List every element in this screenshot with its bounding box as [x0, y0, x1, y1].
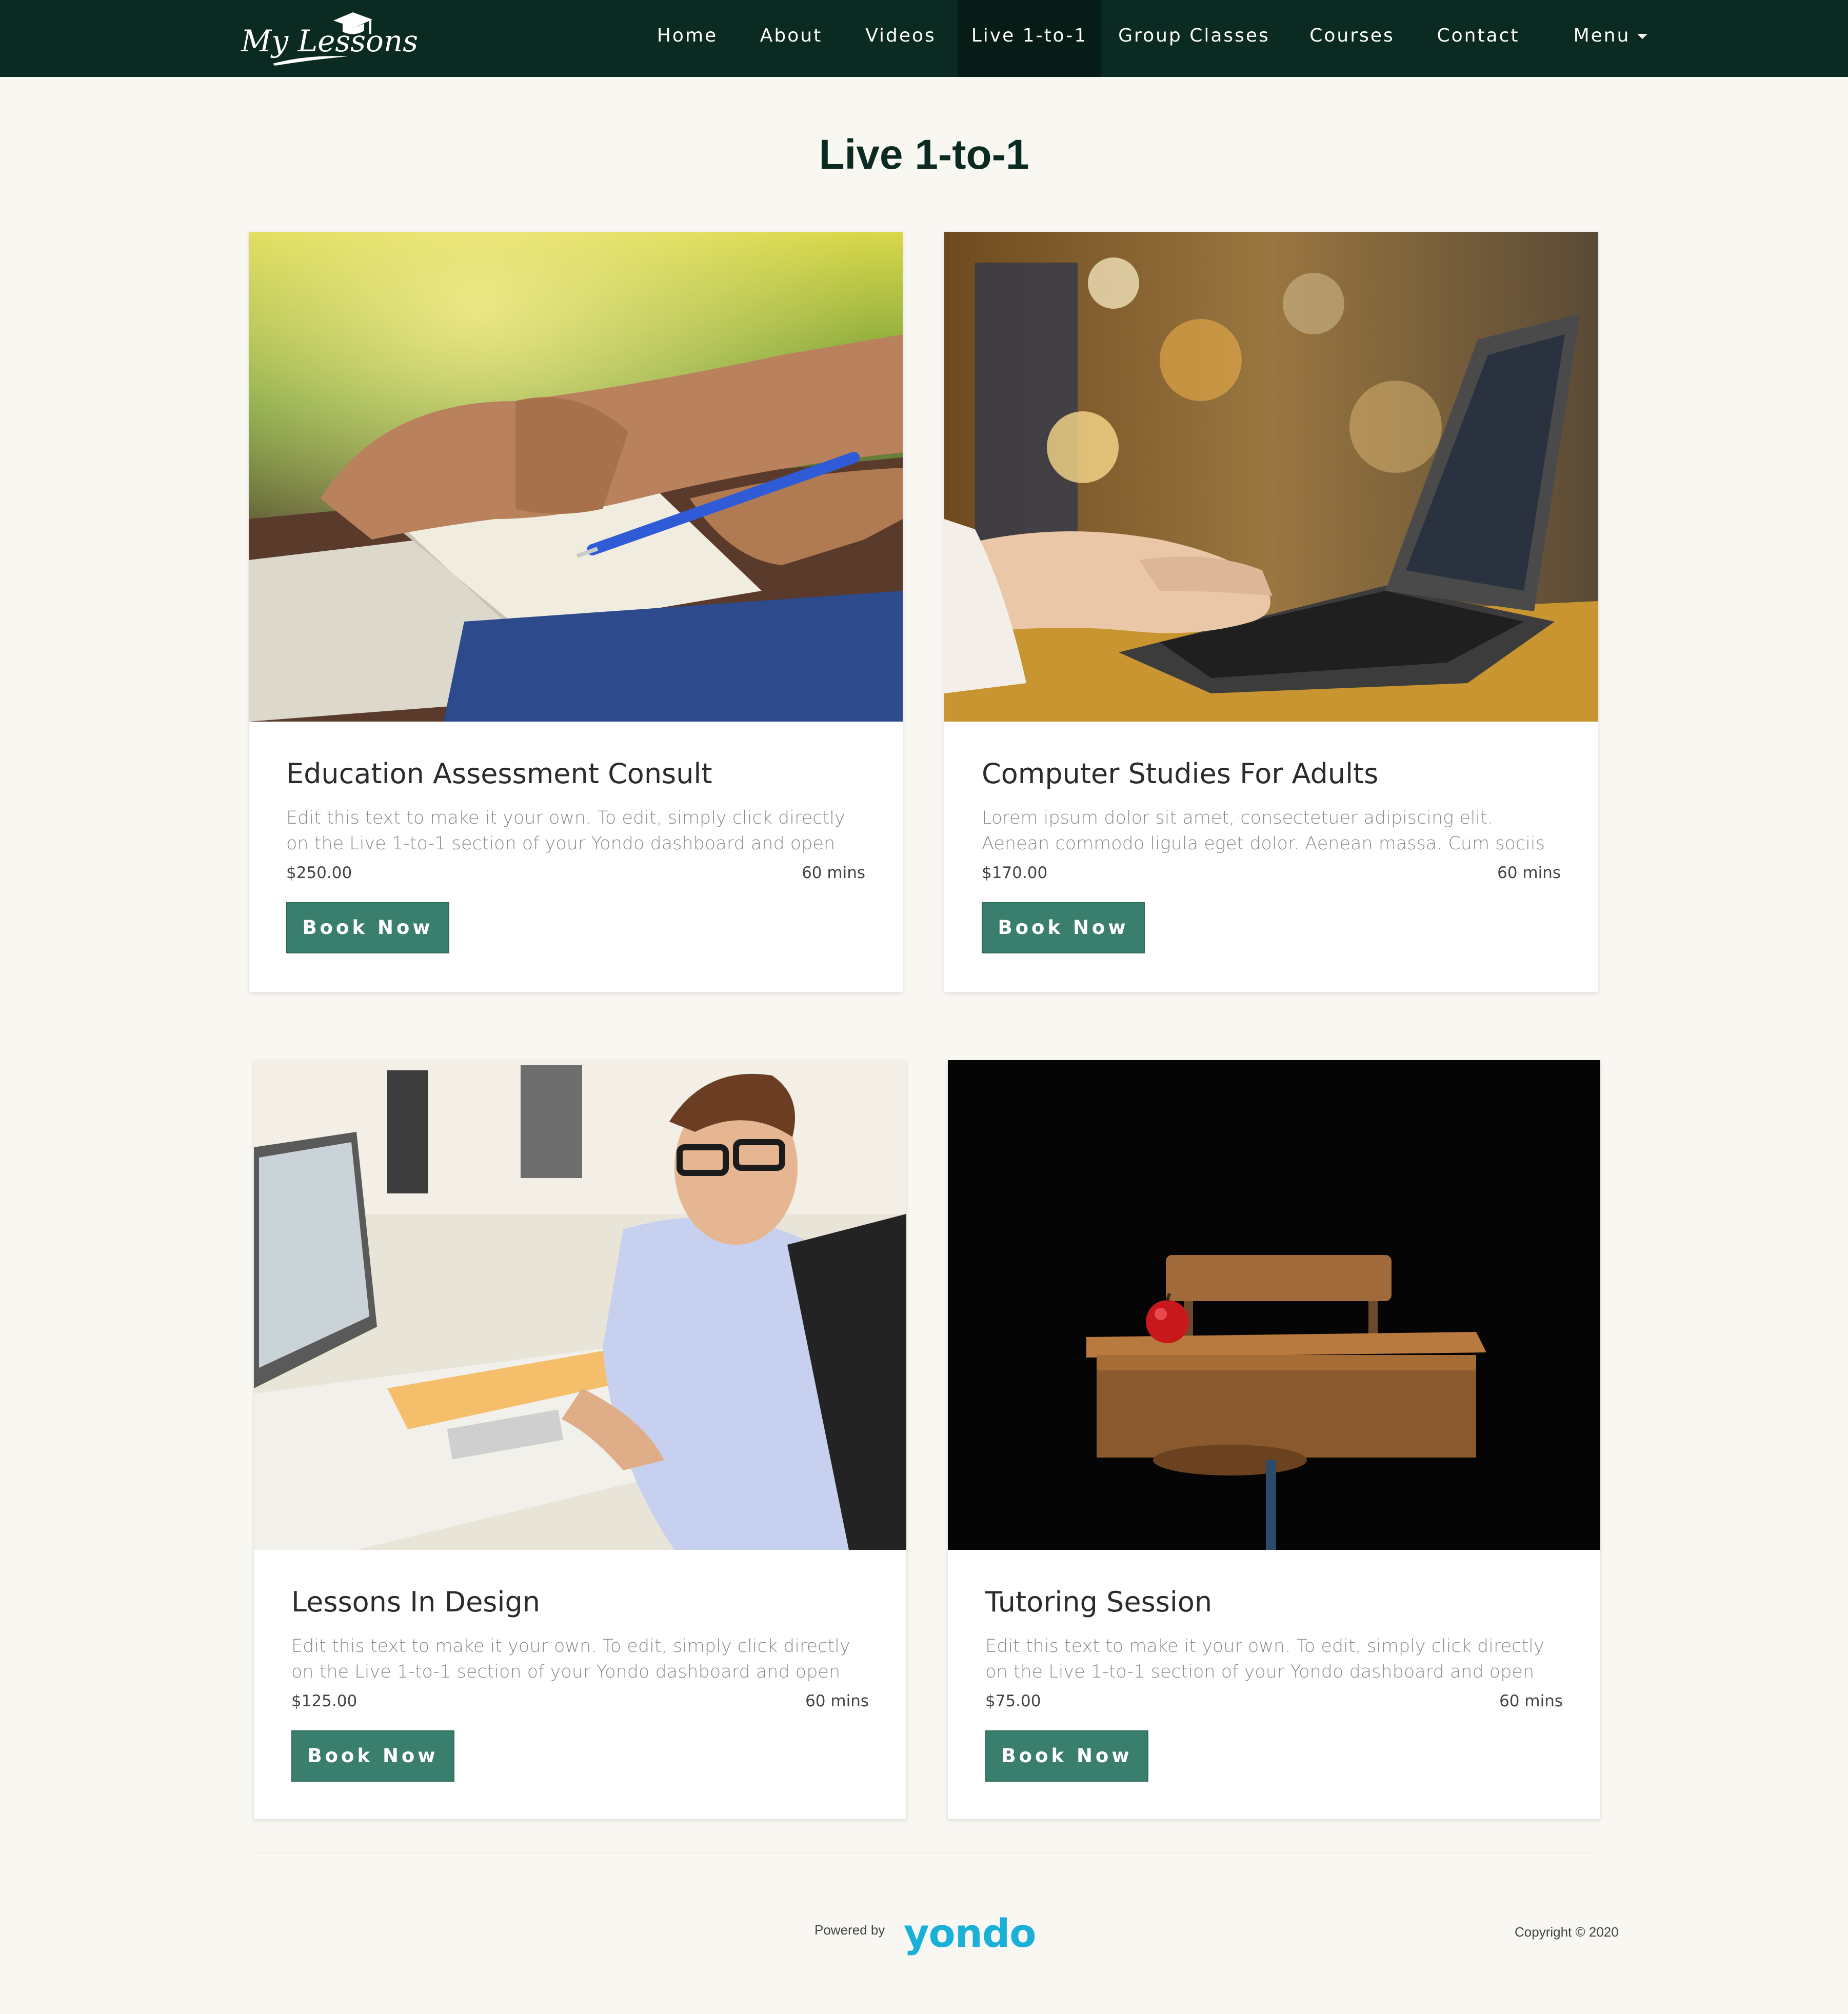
session-card: Tutoring Session Edit this text to make …	[948, 1060, 1600, 1819]
session-title: Education Assessment Consult	[286, 757, 712, 790]
school-desk-apple-image	[948, 1060, 1600, 1550]
footer-divider	[254, 1852, 1593, 1853]
book-now-button[interactable]: Book Now	[286, 902, 449, 953]
student-writing-image	[249, 232, 903, 722]
session-description: Lorem ipsum dolor sit amet, consectetuer…	[982, 808, 1545, 854]
session-description: Edit this text to make it your own. To e…	[985, 1636, 1544, 1682]
nav-courses[interactable]: Courses	[1299, 0, 1405, 77]
session-description: Edit this text to make it your own. To e…	[291, 1636, 850, 1682]
session-title: Lessons In Design	[291, 1586, 540, 1618]
session-image	[944, 232, 1598, 722]
book-now-button[interactable]: Book Now	[291, 1730, 454, 1782]
nav-about[interactable]: About	[739, 0, 844, 77]
nav-live-1-to-1[interactable]: Live 1-to-1	[958, 0, 1101, 77]
page-title: Live 1-to-1	[819, 131, 1029, 178]
session-image	[249, 232, 903, 722]
nav-contact[interactable]: Contact	[1429, 0, 1527, 77]
man-at-office-image	[254, 1060, 906, 1550]
copyright-text: Copyright © 2020	[1515, 1924, 1619, 1940]
book-now-button[interactable]: Book Now	[982, 902, 1145, 953]
nav-videos[interactable]: Videos	[857, 0, 945, 77]
session-price: $125.00	[291, 1692, 357, 1710]
session-duration: 60 mins	[1499, 1692, 1563, 1710]
session-image	[254, 1060, 906, 1550]
nav-group-classes[interactable]: Group Classes	[1113, 0, 1275, 77]
session-card: Education Assessment Consult Edit this t…	[249, 232, 903, 992]
laptop-typing-image	[944, 232, 1598, 722]
session-description: Edit this text to make it your own. To e…	[286, 808, 845, 854]
logo-swoosh	[273, 56, 348, 66]
session-card: Computer Studies For Adults Lorem ipsum …	[944, 232, 1598, 992]
session-price: $75.00	[985, 1692, 1041, 1710]
nav-menu-dropdown[interactable]: Menu	[1554, 0, 1667, 77]
nav-home[interactable]: Home	[649, 0, 726, 77]
yondo-logo[interactable]: yondo	[904, 1910, 1036, 1957]
session-title: Computer Studies For Adults	[982, 757, 1379, 790]
graduation-cap-icon	[333, 12, 372, 34]
session-image	[948, 1060, 1600, 1550]
session-price: $250.00	[286, 864, 352, 882]
session-duration: 60 mins	[805, 1692, 869, 1710]
session-title: Tutoring Session	[985, 1586, 1213, 1618]
session-card: Lessons In Design Edit this text to make…	[254, 1060, 906, 1819]
session-price: $170.00	[982, 864, 1048, 882]
caret-down-icon	[1637, 34, 1648, 39]
book-now-button[interactable]: Book Now	[985, 1730, 1148, 1782]
top-navbar: My Lessons Home About Videos Live 1-to-1…	[0, 0, 1848, 77]
powered-by-label: Powered by	[814, 1922, 885, 1938]
session-duration: 60 mins	[802, 864, 865, 882]
nav-menu-label: Menu	[1573, 25, 1631, 46]
session-duration: 60 mins	[1497, 864, 1561, 882]
site-logo[interactable]: My Lessons	[241, 9, 418, 67]
